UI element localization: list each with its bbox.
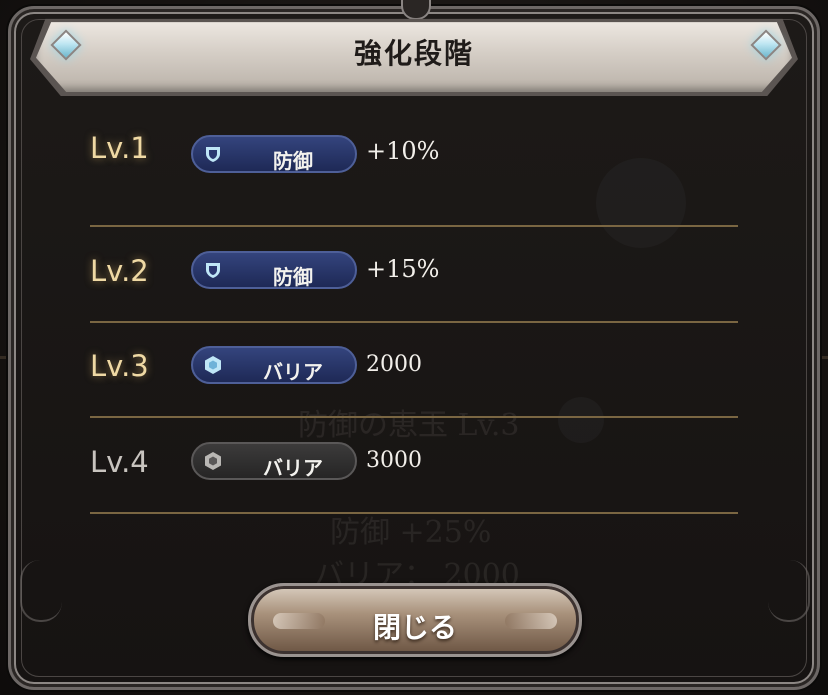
badge-label: 防御	[273, 149, 313, 173]
badge-label: バリア	[263, 456, 323, 480]
stat-badge: 防御	[191, 251, 357, 289]
stat-value: 2000	[366, 352, 422, 377]
shield-icon	[206, 147, 220, 162]
hexagon-icon	[205, 452, 221, 470]
corner-ornament	[20, 560, 62, 622]
level-label: Lv.1	[90, 131, 149, 165]
badge-label: 防御	[273, 265, 313, 289]
close-button-label: 閉じる	[372, 611, 457, 644]
stat-badge: 防御	[191, 135, 357, 173]
corner-ornament	[768, 560, 810, 622]
badge-label: バリア	[263, 360, 323, 384]
stat-badge: バリア	[191, 442, 357, 480]
level-label: Lv.2	[90, 254, 149, 288]
level-row: Lv.2 防御 +15%	[90, 227, 738, 323]
level-row: Lv.4 バリア 3000	[90, 418, 738, 514]
level-row: Lv.3 バリア 2000	[90, 322, 738, 418]
level-label: Lv.3	[90, 349, 149, 383]
level-label: Lv.4	[90, 445, 149, 479]
stat-value: +15%	[366, 255, 440, 283]
hexagon-icon	[205, 356, 221, 374]
stat-badge: バリア	[191, 346, 357, 384]
close-button[interactable]: 閉じる	[248, 583, 582, 657]
shield-icon	[206, 263, 220, 278]
modal-title: 強化段階	[353, 37, 474, 70]
stat-value: 3000	[366, 448, 422, 473]
level-row: Lv.1 防御 +10%	[90, 131, 738, 227]
stat-value: +10%	[366, 137, 440, 165]
row-divider	[90, 512, 738, 514]
